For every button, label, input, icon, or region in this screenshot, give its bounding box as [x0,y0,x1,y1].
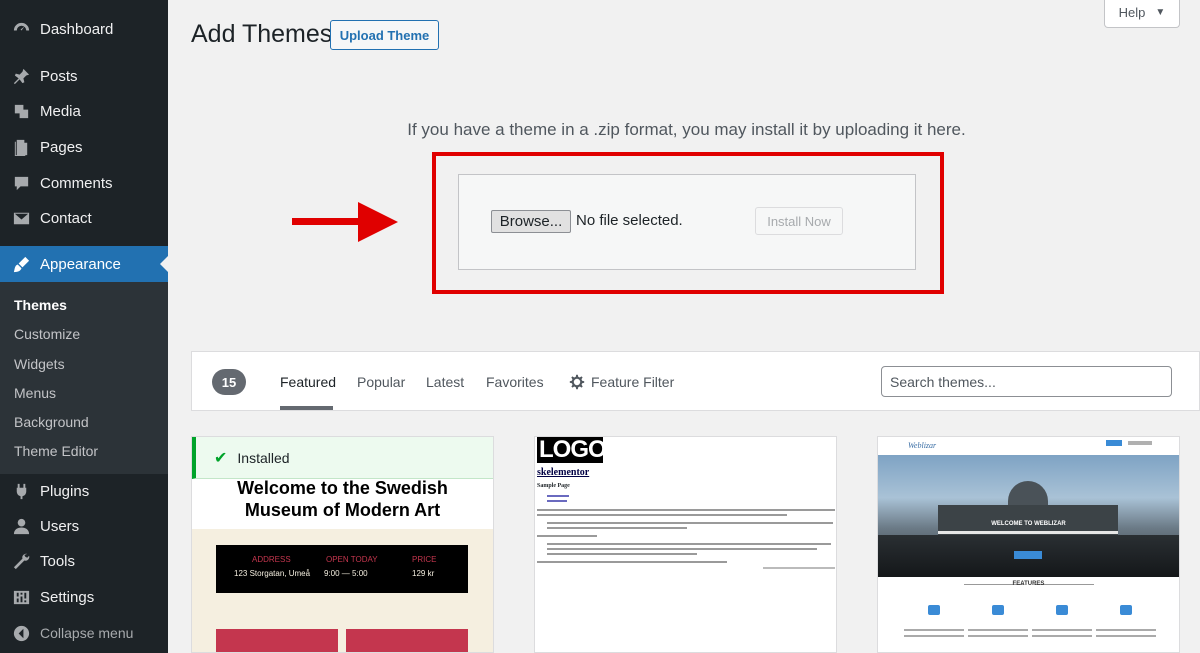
preview-text-line [547,500,567,502]
theme-preview-hero: WELCOME TO WEBLIZAR [878,455,1179,577]
sidebar-item-users[interactable]: Users [0,508,168,544]
preview-text-line [537,561,727,563]
theme-preview-logo: LOGO [537,436,607,463]
feature-icon [928,605,940,615]
submenu-menus[interactable]: Menus [14,385,56,401]
preview-text-line [537,535,597,537]
sidebar-item-tools[interactable]: Tools [0,543,168,579]
help-label: Help [1118,5,1146,20]
dashboard-icon [10,19,32,39]
theme-card-installed[interactable]: Welcome to the Swedish Museum of Modern … [191,436,494,653]
browse-file-button[interactable]: Browse... [491,210,571,233]
checkmark-icon: ✔ [214,449,228,467]
caret-down-icon: ▼ [1155,7,1166,18]
sidebar-item-label: Media [40,102,81,120]
tab-popular[interactable]: Popular [357,374,405,390]
upload-help-text: If you have a theme in a .zip format, yo… [407,120,966,139]
search-themes-input[interactable] [881,366,1172,397]
submenu-background[interactable]: Background [14,414,89,430]
preview-text-line [537,509,835,511]
preview-nav-item [1106,440,1122,446]
pin-icon [10,66,32,86]
file-status-label: No file selected. [576,212,683,229]
feature-filter-button[interactable]: Feature Filter [591,374,674,390]
theme-card-weblizar[interactable]: Weblizar WELCOME TO WEBLIZAR FEATURES [877,436,1180,653]
sidebar-item-label: Dashboard [40,20,114,38]
pages-icon [10,137,32,157]
sidebar-item-label: Comments [40,174,113,192]
preview-nav-item [1128,441,1152,445]
theme-preview-site-title: skelementor [537,467,590,478]
theme-card-skelementor[interactable]: LOGO skelementor Sample Page [534,436,837,653]
theme-preview-info-strip: ADDRESS 123 Storgatan, Umeå OPEN TODAY 9… [216,545,468,593]
sidebar-item-plugins[interactable]: Plugins [0,473,168,509]
sidebar-item-comments[interactable]: Comments [0,165,168,201]
sidebar-item-label: Settings [40,588,95,606]
sidebar-item-label: Appearance [40,255,121,273]
admin-sidebar: Dashboard Posts Media Pages Comments Con… [0,0,168,653]
wrench-icon [10,551,32,571]
preview-text-line [547,553,697,555]
theme-preview-page-title: Sample Page [537,483,570,489]
sliders-icon [10,587,32,607]
submenu-widgets[interactable]: Widgets [14,356,65,372]
upload-theme-button[interactable]: Upload Theme [330,20,439,50]
page-title: Add Themes [191,20,333,48]
submenu-themes[interactable]: Themes [14,297,67,313]
features-title: FEATURES [1012,581,1045,587]
user-icon [10,516,32,536]
preview-text-line [547,548,817,550]
comment-icon [10,173,32,193]
preview-text-line [547,527,687,529]
submenu-customize[interactable]: Customize [14,326,80,342]
installed-label: Installed [237,449,290,466]
gear-icon[interactable] [569,374,585,390]
feature-icon [992,605,1004,615]
sidebar-item-label: Tools [40,552,76,570]
preview-text-line [763,567,835,569]
preview-text-line [547,495,569,497]
plug-icon [10,481,32,501]
install-now-button[interactable]: Install Now [755,207,843,235]
collapse-icon [10,623,32,643]
sidebar-item-dashboard[interactable]: Dashboard [0,11,168,47]
submenu-theme-editor[interactable]: Theme Editor [14,443,98,459]
red-arrow-annotation [292,202,398,242]
theme-preview-image [346,629,468,652]
collapse-menu-label: Collapse menu [40,625,134,641]
hero-title: WELCOME TO WEBLIZAR [991,521,1066,527]
sidebar-item-label: Users [40,517,80,535]
feature-icon [1056,605,1068,615]
theme-preview-heading: Welcome to the Swedish Museum of Modern … [237,478,448,520]
sidebar-item-label: Plugins [40,482,90,500]
preview-text-line [537,514,787,516]
sidebar-item-settings[interactable]: Settings [0,579,168,615]
installed-notice: ✔ Installed [192,437,493,479]
feature-icon [1120,605,1132,615]
sidebar-item-contact[interactable]: Contact [0,200,168,236]
media-icon [10,101,32,121]
tab-favorites[interactable]: Favorites [486,374,544,390]
envelope-icon [10,208,32,228]
preview-text-line [547,543,831,545]
collapse-menu-button[interactable]: Collapse menu [0,615,168,651]
active-tab-indicator [280,406,333,410]
theme-count-badge: 15 [212,369,246,395]
help-tab-button[interactable]: Help ▼ [1104,0,1180,28]
tab-featured[interactable]: Featured [280,374,336,390]
preview-text-line [547,522,833,524]
sidebar-item-label: Pages [40,138,83,156]
brush-icon [10,254,32,274]
sidebar-item-label: Posts [40,67,78,85]
sidebar-item-label: Contact [40,209,92,227]
theme-preview-logo: Weblizar [908,441,937,450]
theme-preview-image [216,629,338,652]
sidebar-item-appearance[interactable]: Appearance [0,246,168,282]
tab-latest[interactable]: Latest [426,374,464,390]
sidebar-item-posts[interactable]: Posts [0,58,168,94]
appearance-submenu: Themes Customize Widgets Menus Backgroun… [0,282,168,474]
